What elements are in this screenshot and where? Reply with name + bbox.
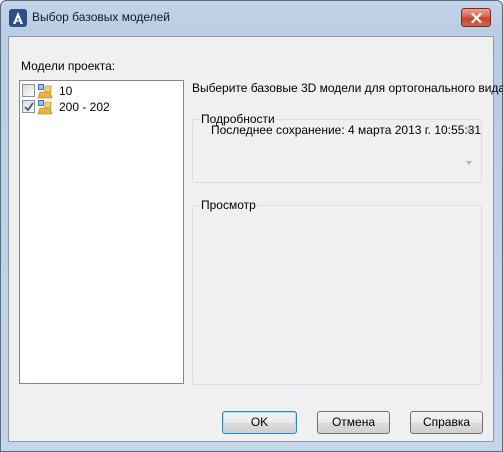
list-item-model-200-202[interactable]: 200 - 202 <box>22 99 172 115</box>
preview-group: Просмотр <box>192 198 482 385</box>
details-group: Подробности Последнее сохранение: 4 март… <box>192 112 482 183</box>
close-button[interactable] <box>461 8 491 27</box>
scroll-up-icon[interactable] <box>464 126 474 134</box>
title-bar: Выбор базовых моделей <box>1 1 502 37</box>
model-folder-icon <box>37 100 53 115</box>
dialog-window: Выбор базовых моделей Модели проекта: 10 <box>0 0 503 452</box>
models-label: Модели проекта: <box>21 59 116 73</box>
scroll-down-icon[interactable] <box>464 159 474 167</box>
model-label: 10 <box>59 84 73 98</box>
autocad-a-icon <box>9 9 27 27</box>
models-list[interactable]: 10 200 - 202 <box>19 80 184 384</box>
details-scrollbar[interactable] <box>463 123 475 171</box>
cancel-button[interactable]: Отмена <box>317 411 390 434</box>
ok-button[interactable]: OK <box>222 411 297 434</box>
checkmark-icon <box>24 102 34 112</box>
instruction-text: Выберите базовые 3D модели для ортогонал… <box>192 81 503 95</box>
close-icon <box>471 13 482 23</box>
preview-title: Просмотр <box>200 198 257 212</box>
model-checkbox-10[interactable] <box>22 84 35 97</box>
help-button[interactable]: Справка <box>410 411 483 434</box>
model-checkbox-200-202[interactable] <box>22 100 35 113</box>
window-title: Выбор базовых моделей <box>32 10 171 24</box>
model-folder-icon <box>37 84 53 99</box>
dialog-content: Модели проекта: 10 200 - 202 Выберите ба… <box>8 36 503 442</box>
details-text: Последнее сохранение: 4 марта 2013 г. 10… <box>211 123 482 137</box>
model-label: 200 - 202 <box>59 100 110 114</box>
list-item-model-10[interactable]: 10 <box>22 83 172 99</box>
